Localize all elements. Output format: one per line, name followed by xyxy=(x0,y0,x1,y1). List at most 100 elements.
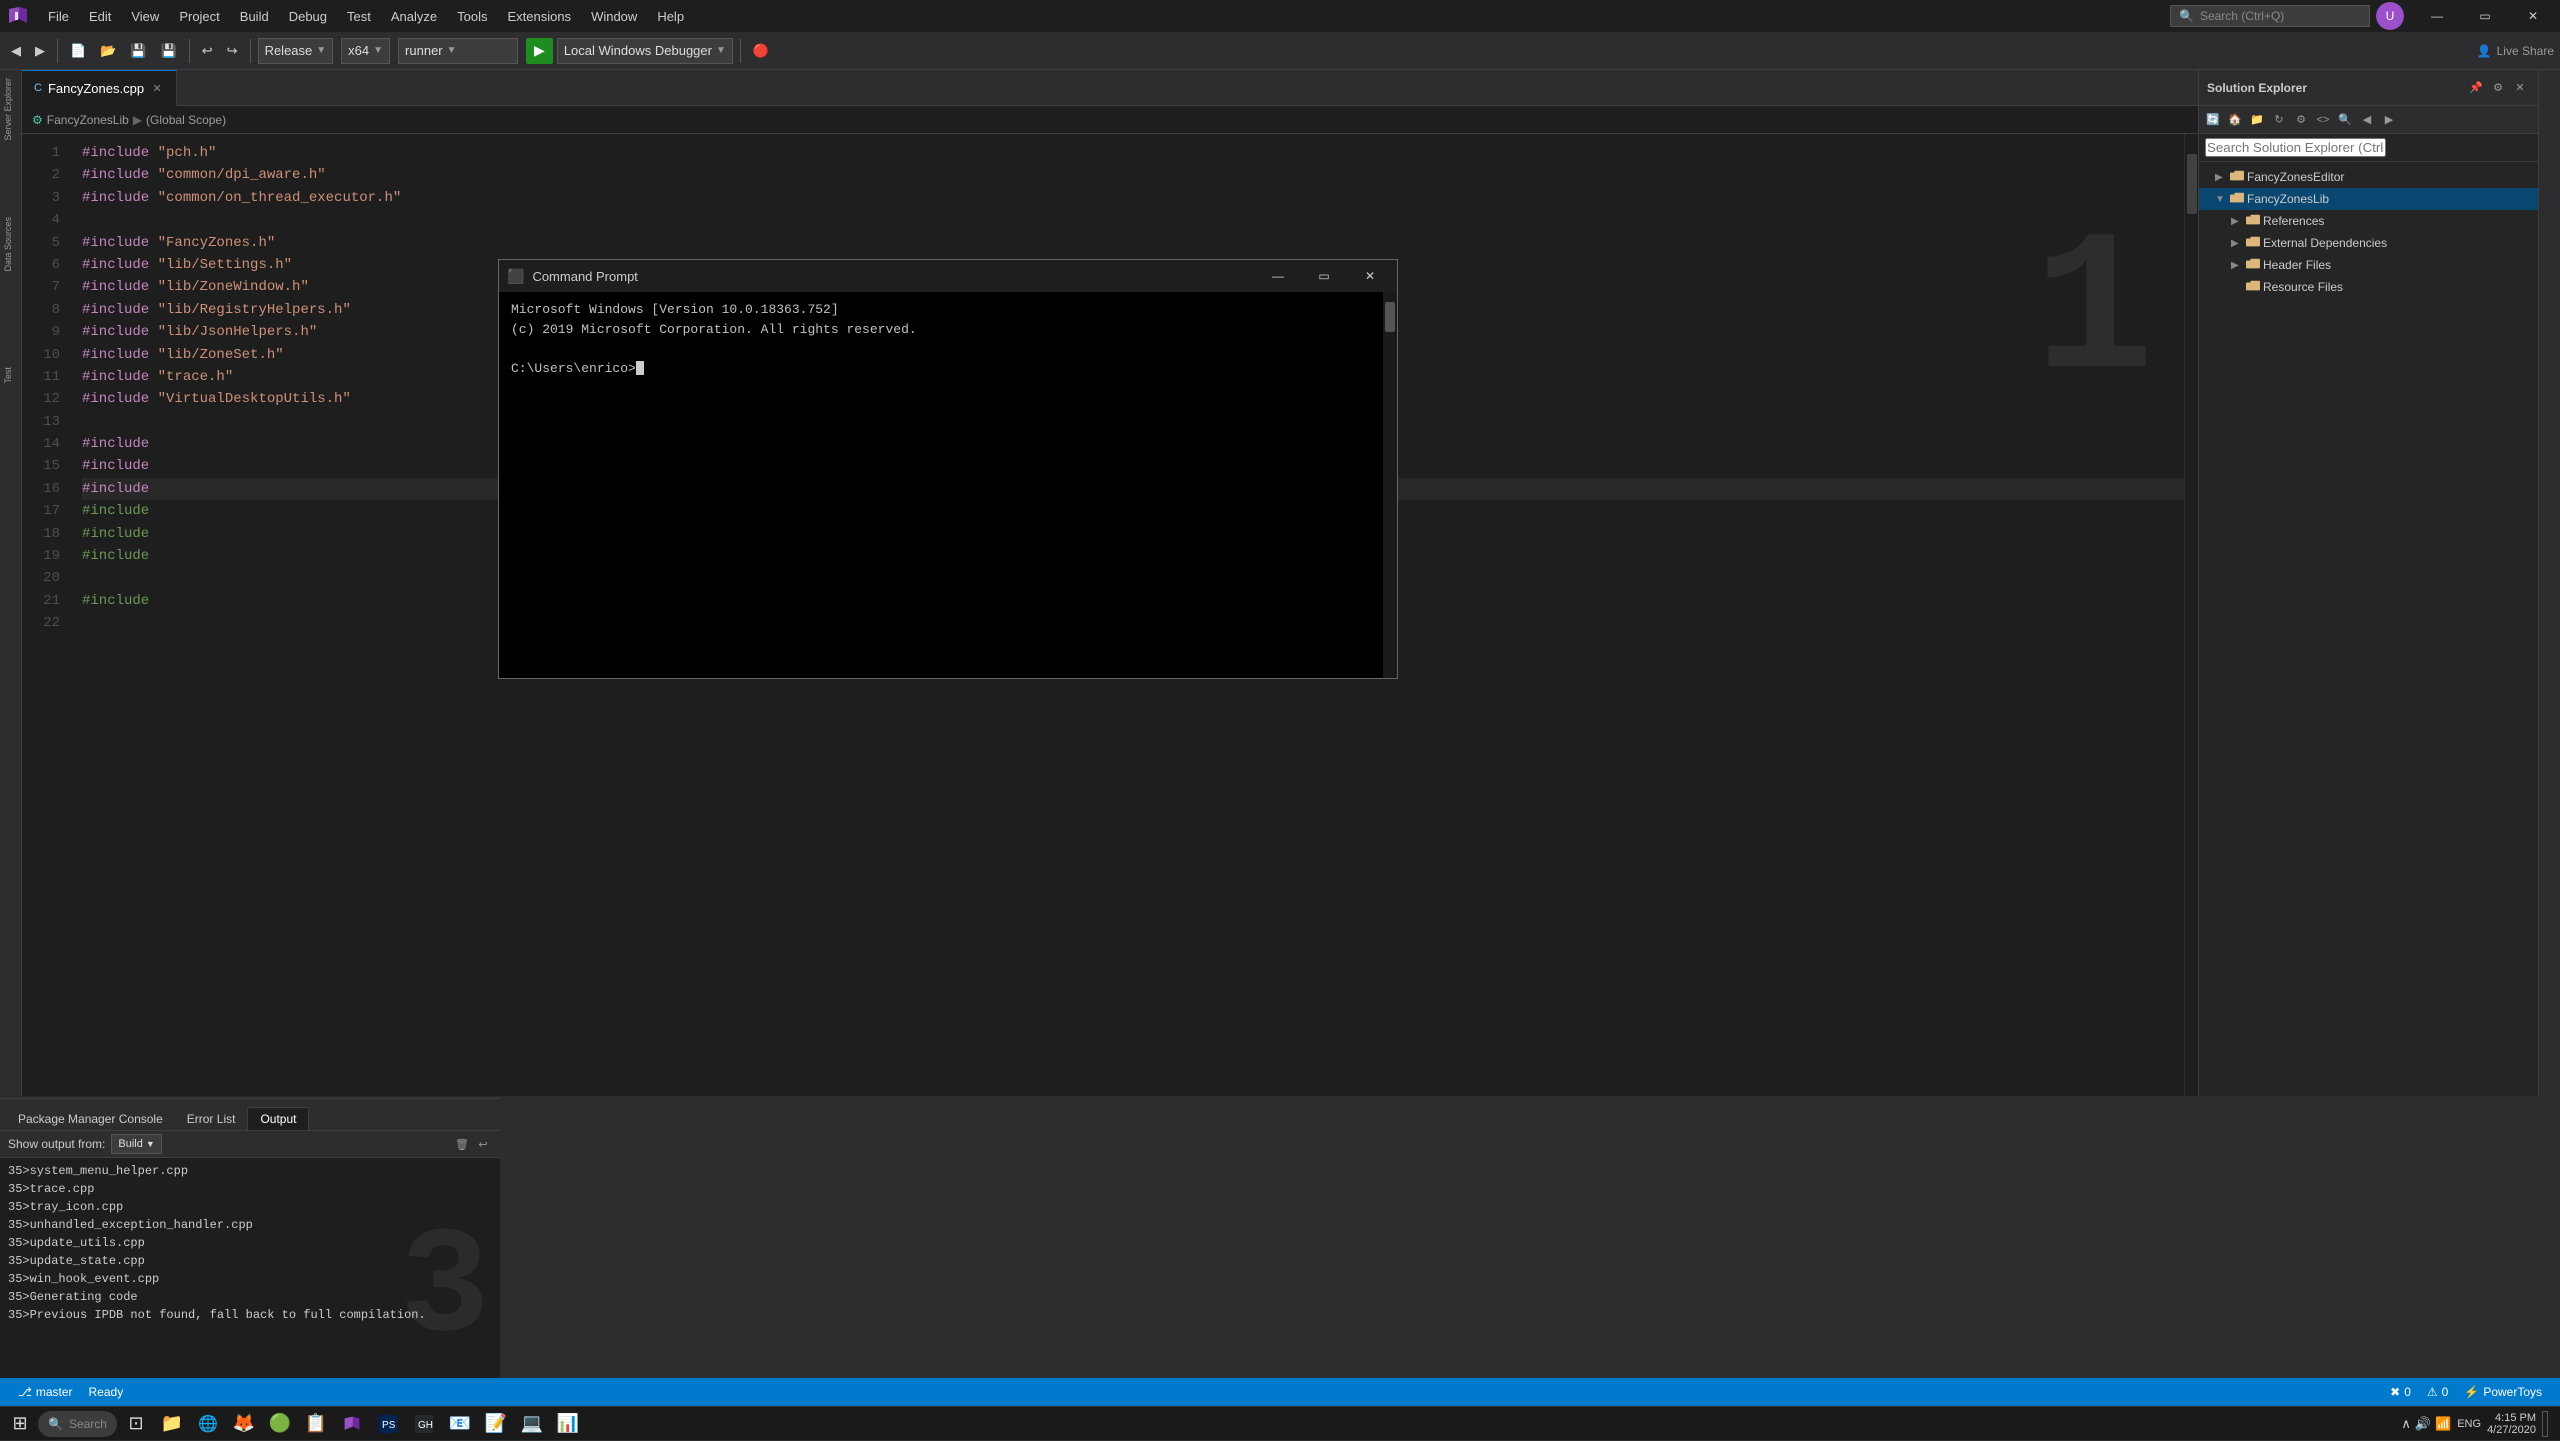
taskbar-task-view[interactable]: ⊡ xyxy=(119,1407,153,1441)
se-back-button[interactable]: ◀ xyxy=(2357,110,2377,130)
menu-extensions[interactable]: Extensions xyxy=(497,5,581,28)
taskbar-app-extra2[interactable]: 💻 xyxy=(515,1407,549,1441)
cmd-window[interactable]: ⬛ Command Prompt — ▭ ✕ Microsoft Windows… xyxy=(498,259,1398,679)
arch-dropdown[interactable]: x64 ▼ xyxy=(341,38,390,64)
taskbar-search[interactable]: 🔍 Search xyxy=(38,1411,117,1437)
vscroll-thumb[interactable] xyxy=(2187,154,2197,214)
se-node-resource-files[interactable]: Resource Files xyxy=(2199,276,2538,298)
tab-package-manager[interactable]: Package Manager Console xyxy=(6,1108,175,1130)
active-tab[interactable]: C FancyZones.cpp ✕ xyxy=(22,70,177,106)
taskbar-explorer[interactable]: 📁 xyxy=(155,1407,189,1441)
run-button[interactable]: ▶ xyxy=(526,38,553,64)
se-show-all-files[interactable]: 📁 xyxy=(2247,110,2267,130)
taskbar-chrome[interactable]: 🟢 xyxy=(263,1407,297,1441)
maximize-button[interactable]: ▭ xyxy=(2462,0,2508,32)
taskbar-powershell[interactable]: PS xyxy=(371,1407,405,1441)
cmd-body[interactable]: Microsoft Windows [Version 10.0.18363.75… xyxy=(499,292,1397,678)
se-search-input[interactable] xyxy=(2205,138,2386,157)
menu-tools[interactable]: Tools xyxy=(447,5,497,28)
tab-output[interactable]: Output xyxy=(247,1107,309,1130)
se-close-button[interactable]: ✕ xyxy=(2510,78,2530,98)
menu-window[interactable]: Window xyxy=(581,5,647,28)
new-file-button[interactable]: 📄 xyxy=(65,38,91,64)
se-home-button[interactable]: 🏠 xyxy=(2225,110,2245,130)
breadcrumb-project[interactable]: FancyZonesLib xyxy=(47,113,129,127)
menu-file[interactable]: File xyxy=(38,5,79,28)
run-config-dropdown[interactable]: Local Windows Debugger ▼ xyxy=(557,38,733,64)
menu-build[interactable]: Build xyxy=(230,5,279,28)
taskbar-notepad[interactable]: 📋 xyxy=(299,1407,333,1441)
taskbar-app-extra[interactable]: 📝 xyxy=(479,1407,513,1441)
se-refresh-button[interactable]: ↻ xyxy=(2269,110,2289,130)
se-node-references[interactable]: ▶References xyxy=(2199,210,2538,232)
taskbar-firefox[interactable]: 🦊 xyxy=(227,1407,261,1441)
ready-status[interactable]: Ready xyxy=(81,1378,132,1406)
taskbar-github[interactable]: GH xyxy=(407,1407,441,1441)
network-icon[interactable]: 📶 xyxy=(2435,1416,2451,1432)
language-indicator[interactable]: ENG xyxy=(2457,1418,2481,1430)
forward-button[interactable]: ▶ xyxy=(30,38,50,64)
taskbar-clock[interactable]: 4:15 PM 4/27/2020 xyxy=(2487,1412,2536,1436)
tab-error-list[interactable]: Error List xyxy=(175,1108,248,1130)
se-view-code-button[interactable]: <> xyxy=(2313,110,2333,130)
se-node-external-dependencies[interactable]: ▶External Dependencies xyxy=(2199,232,2538,254)
git-branch-indicator[interactable]: ⎇ master xyxy=(10,1378,81,1406)
chevron-up-icon[interactable]: ∧ xyxy=(2401,1416,2411,1432)
breakpoint-button[interactable]: 🔴 xyxy=(748,38,774,64)
project-dropdown[interactable]: runner ▼ xyxy=(398,38,518,64)
menu-debug[interactable]: Debug xyxy=(279,5,337,28)
se-properties-button[interactable]: ⚙ xyxy=(2291,110,2311,130)
show-desktop-button[interactable] xyxy=(2542,1411,2548,1437)
cmd-scroll-thumb[interactable] xyxy=(1385,302,1395,332)
powertoys-status[interactable]: ⚡ PowerToys xyxy=(2456,1378,2550,1406)
se-settings-button[interactable]: ⚙ xyxy=(2488,78,2508,98)
user-avatar[interactable]: U xyxy=(2376,2,2404,30)
menu-search-box[interactable]: 🔍 Search (Ctrl+Q) xyxy=(2170,5,2370,27)
undo-button[interactable]: ↩ xyxy=(197,38,218,64)
data-sources-tab[interactable]: Data Sources xyxy=(0,209,21,280)
live-share-button[interactable]: 👤 Live Share xyxy=(2477,44,2554,58)
se-sync-button[interactable]: 🔄 xyxy=(2203,110,2223,130)
editor-vscrollbar[interactable] xyxy=(2184,134,2198,1096)
cmd-scrollbar[interactable] xyxy=(1383,292,1397,678)
menu-analyze[interactable]: Analyze xyxy=(381,5,447,28)
output-source-dropdown[interactable]: Build ▼ xyxy=(111,1134,161,1154)
taskbar-edge[interactable]: 🌐 xyxy=(191,1407,225,1441)
errors-indicator[interactable]: ✖ 0 xyxy=(2382,1378,2419,1406)
redo-button[interactable]: ↪ xyxy=(222,38,243,64)
menu-test[interactable]: Test xyxy=(337,5,381,28)
menu-help[interactable]: Help xyxy=(647,5,694,28)
speaker-icon[interactable]: 🔊 xyxy=(2415,1416,2431,1432)
se-search-button[interactable]: 🔍 xyxy=(2335,110,2355,130)
server-explorer-tab[interactable]: Server Explorer xyxy=(0,70,21,149)
save-all-button[interactable]: 💾 xyxy=(156,38,182,64)
taskbar-outlook[interactable]: 📧 xyxy=(443,1407,477,1441)
se-pin-button[interactable]: 📌 xyxy=(2466,78,2486,98)
menu-project[interactable]: Project xyxy=(169,5,229,28)
warnings-indicator[interactable]: ⚠ 0 xyxy=(2419,1378,2456,1406)
save-button[interactable]: 💾 xyxy=(125,38,151,64)
back-button[interactable]: ◀ xyxy=(6,38,26,64)
close-button[interactable]: ✕ xyxy=(2510,0,2556,32)
open-file-button[interactable]: 📂 xyxy=(95,38,121,64)
se-forward-button[interactable]: ▶ xyxy=(2379,110,2399,130)
test-tab[interactable]: Test xyxy=(0,359,21,392)
menu-edit[interactable]: Edit xyxy=(79,5,121,28)
cmd-minimize[interactable]: — xyxy=(1259,262,1297,290)
se-node-fancyzoneslib[interactable]: ▼FancyZonesLib xyxy=(2199,188,2538,210)
output-clear-button[interactable]: 🗑 xyxy=(453,1135,471,1153)
minimize-button[interactable]: — xyxy=(2414,0,2460,32)
start-button[interactable]: ⊞ xyxy=(4,1408,36,1440)
se-node-fancyzoneseditor[interactable]: ▶FancyZonesEditor xyxy=(2199,166,2538,188)
cmd-close[interactable]: ✕ xyxy=(1351,262,1389,290)
breadcrumb-scope[interactable]: (Global Scope) xyxy=(146,113,226,127)
taskbar-vs[interactable] xyxy=(335,1407,369,1441)
output-toggle-wrap-button[interactable]: ↩ xyxy=(474,1135,492,1153)
taskbar-app-extra3[interactable]: 📊 xyxy=(551,1407,585,1441)
warning-count: 0 xyxy=(2442,1385,2449,1399)
se-node-header-files[interactable]: ▶Header Files xyxy=(2199,254,2538,276)
config-dropdown[interactable]: Release ▼ xyxy=(258,38,334,64)
menu-view[interactable]: View xyxy=(121,5,169,28)
tab-close-button[interactable]: ✕ xyxy=(150,81,164,95)
cmd-maximize[interactable]: ▭ xyxy=(1305,262,1343,290)
